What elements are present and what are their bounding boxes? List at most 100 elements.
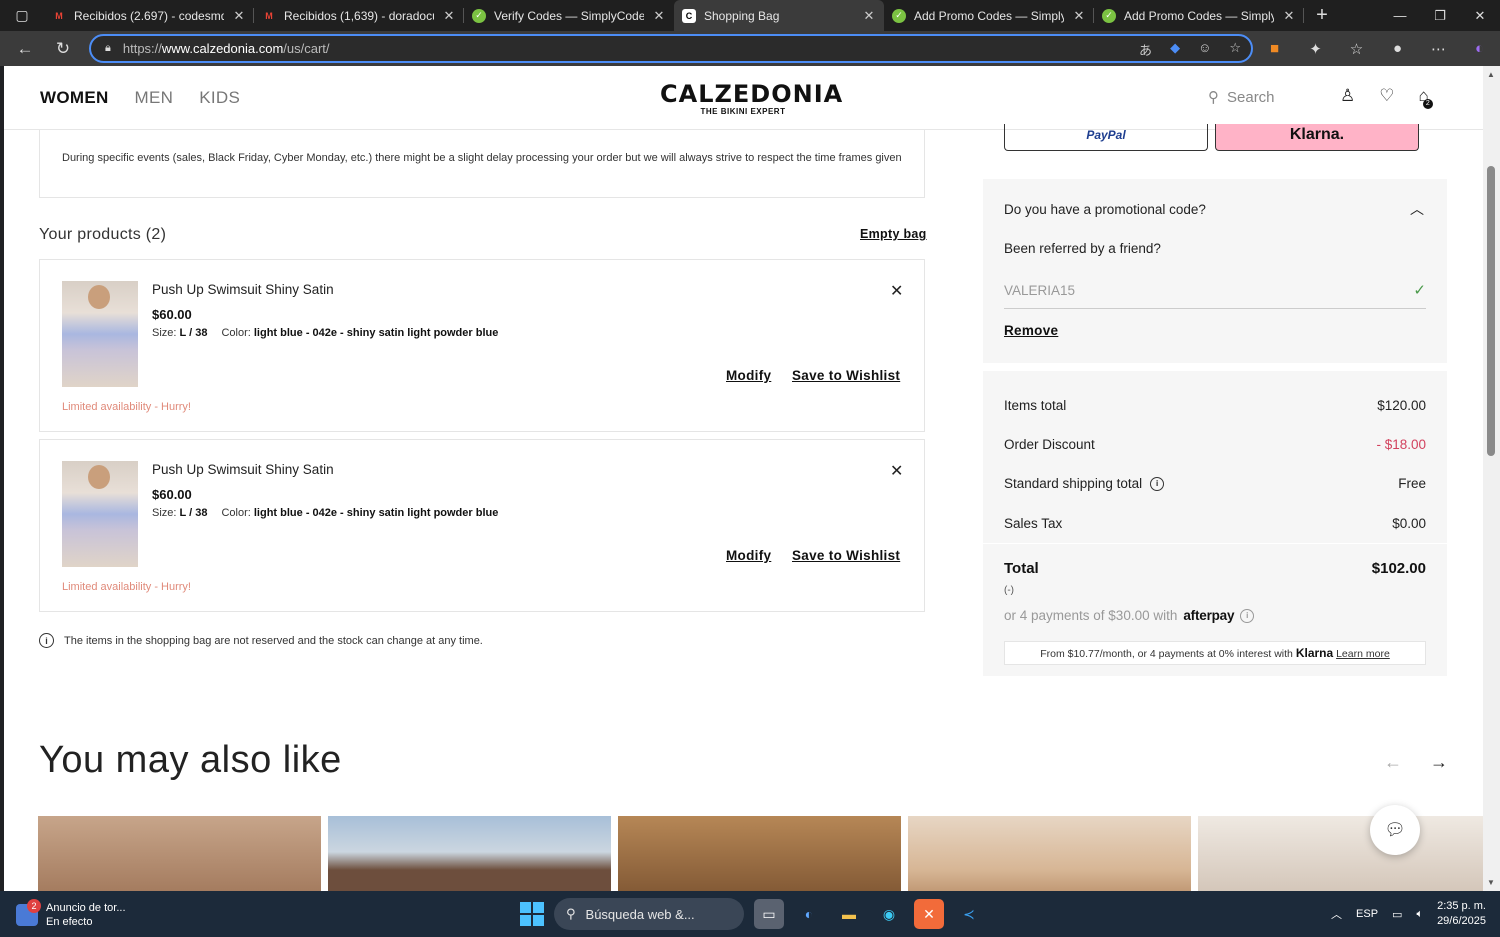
remove-item-icon[interactable]: ✕	[890, 281, 903, 301]
close-window-icon[interactable]: ✕	[1460, 0, 1500, 31]
sidebar-toggle-icon[interactable]: ▢	[0, 0, 44, 31]
shopping-bag-icon[interactable]: ⌂ 2	[1419, 86, 1433, 109]
logo-text: CALZEDONIA	[660, 80, 844, 108]
tab-shopping-bag[interactable]: C Shopping Bag ✕	[674, 0, 884, 31]
refresh-icon[interactable]: ↻	[44, 31, 82, 66]
info-icon[interactable]: i	[1240, 608, 1255, 623]
restore-icon[interactable]: ❐	[1420, 0, 1460, 31]
more-menu-icon[interactable]: ⋯	[1418, 40, 1459, 58]
emoji-icon[interactable]: ☺	[1198, 40, 1211, 59]
copilot-icon[interactable]: ◐	[1459, 40, 1500, 57]
tab-simplycodes-add-1[interactable]: ✓ Add Promo Codes — SimplyCod ✕	[884, 0, 1094, 31]
network-icon[interactable]: ▭	[1392, 908, 1402, 921]
extensions-icon[interactable]: ✦	[1295, 40, 1336, 58]
shipping-value: Free	[1398, 476, 1426, 491]
task-view-icon[interactable]: ▭	[754, 899, 784, 929]
back-icon[interactable]: ←	[6, 31, 44, 66]
notification-app-icon: 2	[16, 899, 41, 926]
recommended-product-image[interactable]	[328, 816, 611, 891]
modify-button[interactable]: Modify	[726, 548, 771, 563]
recommended-product-image[interactable]	[1198, 816, 1483, 891]
carousel-next-arrow-icon[interactable]: →	[1430, 752, 1448, 773]
language-indicator[interactable]: ESP	[1356, 908, 1378, 920]
chevron-up-icon[interactable]: ︿	[1410, 199, 1424, 219]
modify-button[interactable]: Modify	[726, 368, 771, 383]
recommended-product-image[interactable]	[38, 816, 321, 891]
translate-icon[interactable]: あ	[1139, 40, 1152, 59]
close-tab-icon[interactable]: ✕	[232, 8, 246, 24]
close-tab-icon[interactable]: ✕	[1072, 8, 1086, 24]
vscode-icon[interactable]: ≺	[954, 899, 984, 929]
file-explorer-icon[interactable]: ▬	[834, 899, 864, 929]
tab-simplycodes-add-2[interactable]: ✓ Add Promo Codes — SimplyCod ✕	[1094, 0, 1304, 31]
product-meta: Size: L / 38 Color: light blue - 042e - s…	[152, 507, 499, 519]
site-logo[interactable]: CALZEDONIA THE BIKINI EXPERT	[660, 80, 844, 116]
favorite-star-icon[interactable]: ☆	[1229, 40, 1241, 59]
xampp-icon[interactable]: ✕	[914, 899, 944, 929]
info-icon[interactable]: i	[1150, 476, 1165, 491]
browser-toolbar: ← ↻ 🔒︎ https://www.calzedonia.com/us/car…	[0, 31, 1500, 66]
tab-gmail-2[interactable]: M Recibidos (1,639) - doradocupon ✕	[254, 0, 464, 31]
notification-subtitle: En efecto	[46, 916, 93, 928]
coupon-extension-icon[interactable]: ◆	[1170, 40, 1180, 59]
taskbar-search[interactable]: ⚲ Búsqueda web &...	[554, 898, 744, 930]
tab-gmail-1[interactable]: M Recibidos (2.697) - codesmdeoca ✕	[44, 0, 254, 31]
favorites-icon[interactable]: ☆	[1336, 40, 1377, 58]
header-search[interactable]: ⚲ Search	[1208, 88, 1275, 107]
paypal-button[interactable]: PayPal	[1004, 124, 1208, 151]
page-scrollbar[interactable]: ▲ ▼	[1483, 66, 1500, 891]
close-tab-icon[interactable]: ✕	[652, 8, 666, 24]
klarna-learn-more-link[interactable]: Learn more	[1336, 648, 1390, 660]
save-to-wishlist-button[interactable]: Save to Wishlist	[792, 368, 900, 383]
total-value: $102.00	[1371, 560, 1426, 577]
windows-start-icon[interactable]	[520, 902, 544, 926]
close-tab-icon[interactable]: ✕	[1282, 8, 1296, 24]
edge-browser-icon[interactable]: ◉	[874, 899, 904, 929]
product-image[interactable]	[62, 281, 138, 387]
recommended-product-image[interactable]	[908, 816, 1191, 891]
promo-code-input[interactable]	[1004, 283, 1394, 298]
save-to-wishlist-button[interactable]: Save to Wishlist	[792, 548, 900, 563]
items-total-row: Items total $120.00	[1004, 398, 1426, 413]
total-label: Total	[1004, 560, 1039, 577]
tab-simplycodes-verify[interactable]: ✓ Verify Codes — SimplyCodes ✕	[464, 0, 674, 31]
express-payment: PayPal Klarna.	[1004, 124, 1419, 152]
volume-icon[interactable]: 🔈︎	[1416, 908, 1423, 921]
remove-item-icon[interactable]: ✕	[890, 461, 903, 481]
discount-value: - $18.00	[1376, 437, 1426, 452]
close-tab-icon[interactable]: ✕	[862, 8, 876, 24]
product-image[interactable]	[62, 461, 138, 567]
profile-avatar-icon[interactable]: ●	[1377, 40, 1418, 57]
product-name[interactable]: Push Up Swimsuit Shiny Satin	[152, 462, 334, 477]
order-summary: Items total $120.00 Order Discount - $18…	[983, 371, 1447, 676]
info-icon: i	[39, 633, 54, 648]
remove-promo-button[interactable]: Remove	[1004, 323, 1058, 338]
empty-bag-link[interactable]: Empty bag	[860, 227, 927, 241]
taskbar-notification[interactable]: 2 Anuncio de tor... En efecto	[16, 899, 126, 929]
chat-button-icon[interactable]: 💬︎	[1370, 805, 1420, 855]
nav-men[interactable]: MEN	[135, 88, 174, 108]
chevron-up-icon[interactable]: ︿	[1331, 906, 1342, 922]
address-bar[interactable]: 🔒︎ https://www.calzedonia.com/us/cart/ あ…	[89, 34, 1253, 63]
wishlist-heart-icon[interactable]: ♡	[1379, 86, 1394, 106]
copilot-app-icon[interactable]: ◐	[794, 899, 824, 929]
klarna-button[interactable]: Klarna.	[1215, 124, 1419, 151]
nav-women[interactable]: WOMEN	[40, 88, 109, 108]
new-tab-button[interactable]: +	[1304, 4, 1340, 27]
extension-badge-icon[interactable]: ■	[1254, 40, 1295, 57]
minimize-icon[interactable]: —	[1380, 0, 1420, 31]
tab-title: Verify Codes — SimplyCodes	[494, 8, 644, 23]
discount-label: Order Discount	[1004, 437, 1095, 452]
nav-kids[interactable]: KIDS	[199, 88, 240, 108]
product-name[interactable]: Push Up Swimsuit Shiny Satin	[152, 282, 334, 297]
taskbar-clock[interactable]: 2:35 p. m. 29/6/2025	[1437, 899, 1486, 929]
account-icon[interactable]: ♙	[1340, 86, 1355, 106]
promo-code-field: ✓	[1004, 275, 1426, 309]
close-tab-icon[interactable]: ✕	[442, 8, 456, 24]
promo-question[interactable]: Do you have a promotional code?	[1004, 202, 1206, 217]
recommended-product-image[interactable]	[618, 816, 901, 891]
items-total-value: $120.00	[1377, 398, 1426, 413]
tab-title: Add Promo Codes — SimplyCod	[1124, 8, 1274, 23]
tab-title: Shopping Bag	[704, 8, 780, 23]
carousel-prev-arrow-icon[interactable]: ←	[1384, 752, 1402, 773]
